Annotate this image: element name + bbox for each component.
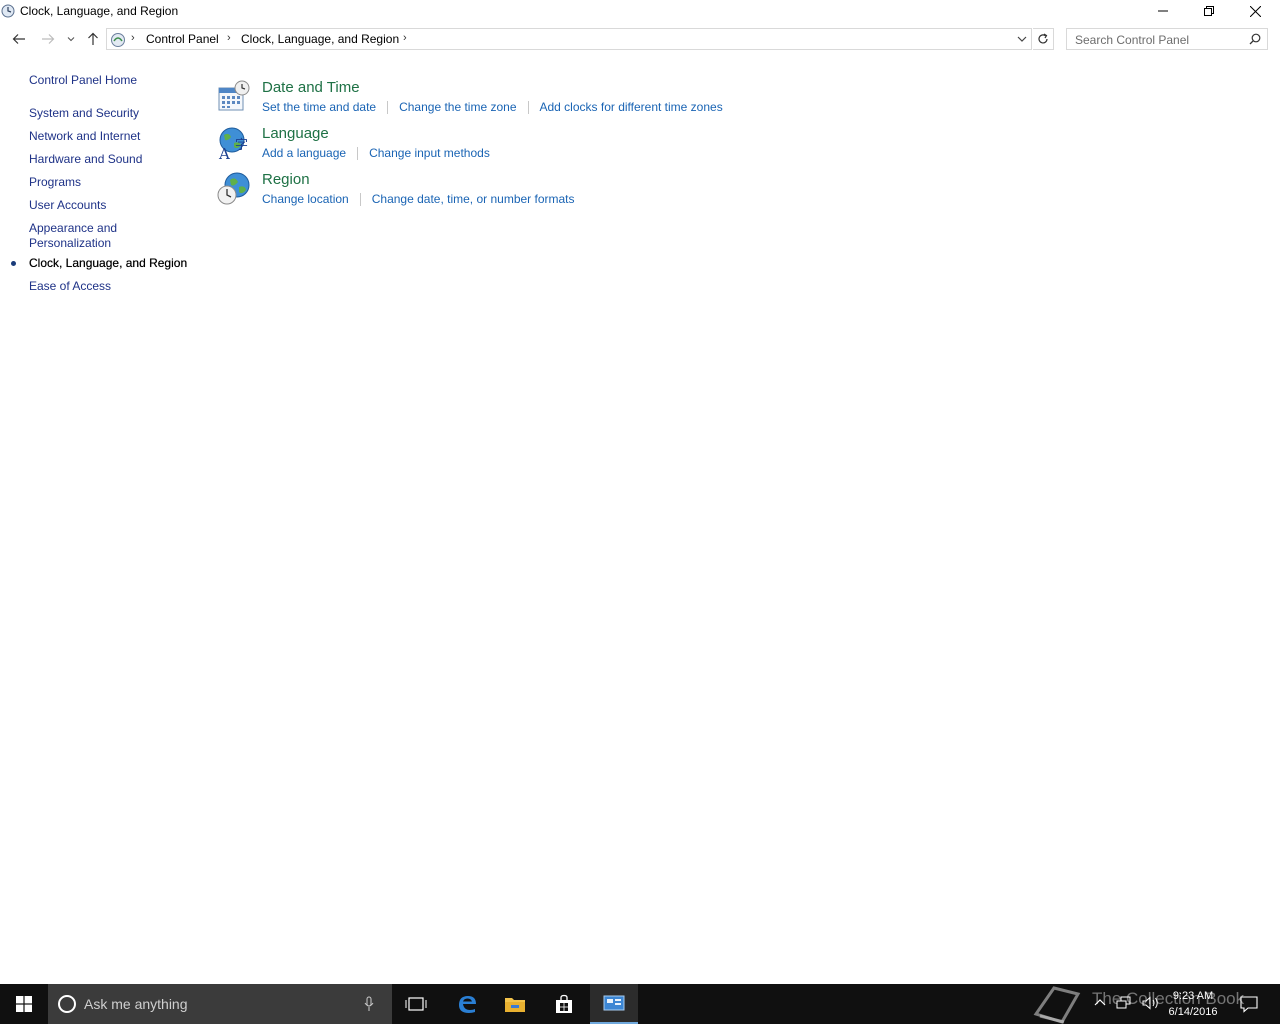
control-panel-icon [111, 33, 125, 47]
task-view-icon [405, 997, 427, 1011]
breadcrumb-separator: › [227, 32, 231, 44]
arrow-up-icon [88, 32, 98, 45]
region-title[interactable]: Region [262, 171, 310, 188]
sidebar-item-system-security[interactable]: System and Security [29, 106, 139, 121]
sidebar-item-programs[interactable]: Programs [29, 175, 81, 190]
breadcrumb-control-panel[interactable]: Control Panel [146, 32, 219, 46]
sidebar-item-appearance-line2[interactable]: Personalization [29, 236, 111, 251]
action-center-icon[interactable] [1240, 995, 1258, 1013]
arrow-right-icon [42, 34, 55, 44]
cortana-icon [58, 995, 76, 1013]
sidebar-item-ease-of-access[interactable]: Ease of Access [29, 279, 111, 294]
sidebar-item-hardware-sound[interactable]: Hardware and Sound [29, 152, 142, 167]
language-title[interactable]: Language [262, 125, 329, 142]
section-region: Region Change location Change date, time… [216, 171, 776, 215]
restore-button[interactable] [1186, 0, 1232, 22]
breadcrumb-clock-language-region[interactable]: Clock, Language, and Region [241, 32, 399, 46]
link-separator [387, 100, 389, 114]
current-page-bullet [11, 261, 16, 266]
minimize-icon [1158, 10, 1168, 12]
change-time-zone-link[interactable]: Change the time zone [399, 100, 516, 114]
breadcrumb-separator: › [131, 32, 135, 44]
calendar-clock-icon[interactable] [216, 79, 252, 115]
change-input-methods-link[interactable]: Change input methods [369, 146, 490, 160]
sidebar-item-appearance-line1[interactable]: Appearance and [29, 221, 117, 236]
clock-date: 6/14/2016 [1168, 1006, 1218, 1018]
language-links: Add a language Change input methods [262, 146, 490, 160]
svg-text:A: A [218, 145, 230, 161]
svg-text:字: 字 [235, 138, 248, 153]
minimize-button[interactable] [1140, 0, 1186, 22]
set-time-date-link[interactable]: Set the time and date [262, 100, 376, 114]
edge-browser-icon [459, 996, 476, 1013]
date-and-time-title[interactable]: Date and Time [262, 79, 360, 96]
book-logo-icon [1033, 986, 1081, 1024]
window-title: Clock, Language, and Region [20, 4, 179, 18]
taskbar-app-file-explorer[interactable] [491, 984, 539, 1024]
close-icon [1249, 5, 1261, 17]
navigation-bar: › Control Panel › Clock, Language, and R… [0, 27, 1280, 51]
taskbar-app-store[interactable] [540, 984, 588, 1024]
taskbar-clock[interactable]: 9:23 AM 6/14/2016 [1158, 988, 1228, 1020]
system-tray [1094, 996, 1160, 1010]
link-separator [357, 146, 359, 160]
refresh-icon [1038, 33, 1048, 44]
store-bag-icon [556, 994, 572, 1013]
sidebar-item-clock-language-region: Clock, Language, and Region [29, 256, 188, 270]
cortana-search-box[interactable]: Ask me anything [48, 984, 392, 1024]
folder-icon [505, 998, 525, 1012]
search-input[interactable]: Search Control Panel [1066, 28, 1268, 50]
task-view-button[interactable] [392, 984, 440, 1024]
up-button[interactable] [82, 27, 104, 51]
arrow-left-icon [12, 34, 25, 44]
forward-button[interactable] [37, 27, 59, 51]
refresh-button[interactable] [1033, 28, 1054, 50]
sidebar-item-user-accounts[interactable]: User Accounts [29, 198, 106, 213]
add-language-link[interactable]: Add a language [262, 146, 346, 160]
sidebar-item-network-internet[interactable]: Network and Internet [29, 129, 140, 144]
taskbar-app-edge[interactable] [443, 984, 491, 1024]
region-globe-clock-icon[interactable] [216, 171, 252, 207]
title-bar: Clock, Language, and Region [0, 0, 1280, 24]
close-button[interactable] [1232, 0, 1278, 22]
start-button[interactable] [0, 984, 48, 1024]
windows-logo-icon [16, 996, 32, 1012]
chevron-down-icon[interactable] [1015, 32, 1029, 46]
section-language: A 字 Language Add a language Change input… [216, 125, 776, 169]
control-panel-icon [603, 995, 625, 1011]
chevron-down-icon [67, 37, 75, 42]
section-date-and-time: Date and Time Set the time and date Chan… [216, 79, 776, 123]
microphone-icon[interactable] [364, 996, 374, 1012]
back-button[interactable] [8, 27, 30, 51]
date-and-time-links: Set the time and date Change the time zo… [262, 100, 723, 114]
taskbar: Ask me anything The Collection Book 9:23… [0, 984, 1280, 1024]
cortana-search-placeholder: Ask me anything [84, 996, 188, 1012]
recent-locations-button[interactable] [62, 27, 80, 51]
search-placeholder: Search Control Panel [1075, 33, 1190, 47]
taskbar-app-control-panel[interactable] [590, 984, 638, 1024]
control-panel-window: Clock, Language, and Region › Control Pa… [0, 0, 1280, 984]
address-bar[interactable]: › Control Panel › Clock, Language, and R… [106, 28, 1032, 50]
region-links: Change location Change date, time, or nu… [262, 192, 575, 206]
breadcrumb-separator: › [403, 32, 407, 44]
restore-icon [1204, 6, 1214, 16]
chevron-up-icon[interactable] [1094, 996, 1106, 1010]
link-separator [527, 100, 529, 114]
change-formats-link[interactable]: Change date, time, or number formats [372, 192, 575, 206]
add-clocks-link[interactable]: Add clocks for different time zones [540, 100, 723, 114]
language-globe-icon[interactable]: A 字 [216, 125, 252, 161]
control-panel-home-link[interactable]: Control Panel Home [29, 73, 137, 88]
control-panel-icon [1, 4, 15, 18]
network-icon[interactable] [1116, 996, 1132, 1010]
clock-time: 9:23 AM [1172, 990, 1214, 1002]
search-icon [1249, 33, 1261, 45]
link-separator [359, 192, 361, 206]
change-location-link[interactable]: Change location [262, 192, 349, 206]
